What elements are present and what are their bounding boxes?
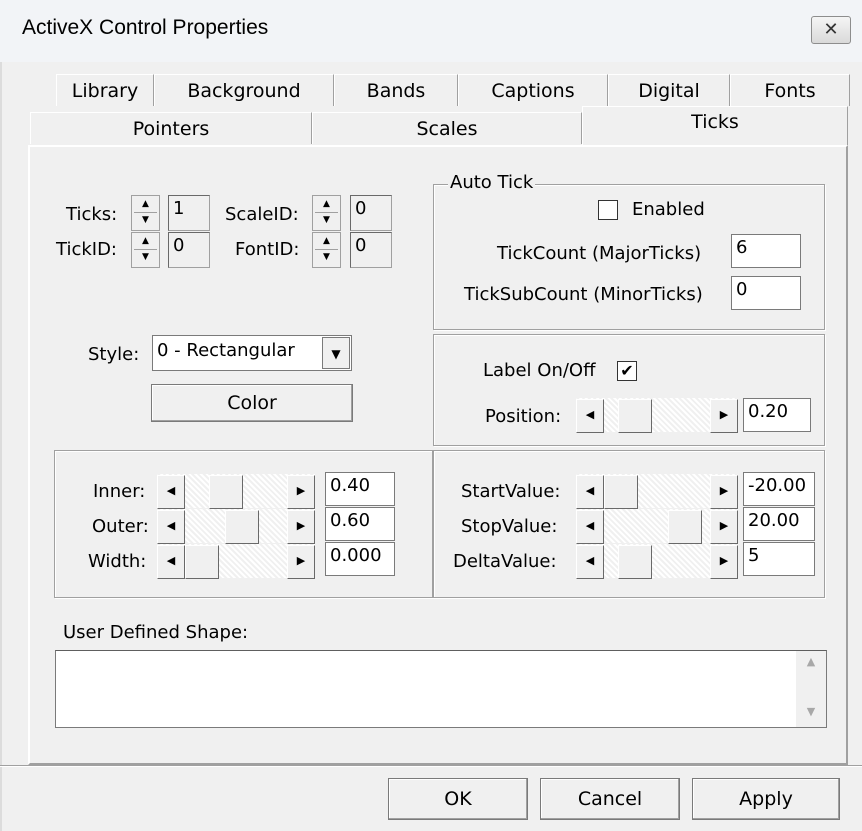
tab-background[interactable]: Background [154, 74, 334, 106]
tab-scales[interactable]: Scales [312, 112, 582, 144]
tab-ticks[interactable]: Ticks [582, 106, 848, 146]
scroll-left-icon[interactable]: ◀ [576, 399, 604, 433]
fontid-label: FontID: [235, 239, 300, 260]
fontid-spinner[interactable]: ▲ ▼ [312, 232, 341, 268]
check-icon: ✔ [620, 361, 634, 380]
scroll-thumb[interactable] [225, 510, 259, 544]
deltavalue-scrollbar[interactable]: ◀ ▶ [576, 544, 738, 579]
scroll-thumb[interactable] [209, 475, 243, 509]
scroll-down-icon[interactable]: ▼ [796, 705, 826, 718]
color-button[interactable]: Color [151, 384, 353, 422]
width-input[interactable]: 0.000 [325, 542, 395, 576]
spin-down-icon[interactable]: ▼ [134, 250, 157, 265]
ticks-label: Ticks: [66, 204, 118, 225]
style-select-value: 0 - Rectangular [157, 340, 295, 361]
tab-pointers[interactable]: Pointers [30, 112, 312, 144]
scroll-right-icon[interactable]: ▶ [287, 545, 315, 579]
outer-input[interactable]: 0.60 [325, 507, 395, 541]
spin-up-icon[interactable]: ▲ [315, 234, 338, 250]
outer-scrollbar[interactable]: ◀ ▶ [157, 509, 315, 544]
startvalue-input[interactable]: -20.00 [743, 472, 815, 506]
stopvalue-scrollbar[interactable]: ◀ ▶ [576, 509, 738, 544]
inner-input[interactable]: 0.40 [325, 472, 395, 506]
close-button[interactable]: ✕ [811, 16, 851, 44]
scroll-thumb[interactable] [185, 545, 219, 579]
inner-scrollbar[interactable]: ◀ ▶ [157, 474, 315, 509]
width-label: Width: [88, 551, 147, 572]
scroll-thumb[interactable] [604, 475, 638, 509]
scroll-left-icon[interactable]: ◀ [157, 510, 185, 544]
scroll-up-icon[interactable]: ▲ [796, 655, 826, 668]
ok-button[interactable]: OK [388, 778, 528, 820]
tab-fonts[interactable]: Fonts [730, 74, 850, 106]
fontid-value: 0 [350, 232, 392, 268]
scaleid-spinner[interactable]: ▲ ▼ [312, 195, 341, 231]
tickcount-input[interactable]: 6 [731, 234, 801, 268]
tickid-label: TickID: [56, 239, 117, 260]
tickid-spinner[interactable]: ▲ ▼ [131, 232, 160, 268]
spin-up-icon[interactable]: ▲ [315, 197, 338, 213]
apply-button[interactable]: Apply [692, 778, 840, 820]
user-defined-shape-label: User Defined Shape: [63, 622, 249, 643]
stopvalue-label: StopValue: [461, 516, 558, 537]
scroll-right-icon[interactable]: ▶ [710, 510, 738, 544]
scroll-thumb[interactable] [618, 545, 652, 579]
startvalue-scrollbar[interactable]: ◀ ▶ [576, 474, 738, 509]
ticksubcount-label: TickSubCount (MinorTicks) [464, 284, 703, 305]
width-scrollbar[interactable]: ◀ ▶ [157, 544, 315, 579]
tab-digital[interactable]: Digital [608, 74, 730, 106]
label-onoff-checkbox[interactable]: ✔ [617, 361, 637, 381]
scroll-thumb[interactable] [618, 399, 652, 433]
chevron-down-icon[interactable]: ▼ [322, 337, 350, 369]
scroll-left-icon[interactable]: ◀ [576, 475, 604, 509]
startvalue-label: StartValue: [461, 481, 561, 502]
enabled-label: Enabled [632, 199, 705, 220]
tab-library[interactable]: Library [56, 74, 154, 106]
inner-label: Inner: [93, 481, 146, 502]
scroll-right-icon[interactable]: ▶ [710, 399, 738, 433]
spin-down-icon[interactable]: ▼ [134, 213, 157, 228]
scroll-left-icon[interactable]: ◀ [157, 475, 185, 509]
tickid-value: 0 [168, 232, 210, 268]
position-input[interactable]: 0.20 [743, 398, 811, 432]
scaleid-label: ScaleID: [225, 204, 299, 225]
scroll-right-icon[interactable]: ▶ [710, 475, 738, 509]
tab-captions[interactable]: Captions [458, 74, 608, 106]
scaleid-value: 0 [350, 195, 392, 231]
close-icon: ✕ [823, 19, 839, 40]
ticks-spinner[interactable]: ▲ ▼ [131, 195, 160, 231]
ticksubcount-input[interactable]: 0 [731, 276, 801, 310]
textarea-scrollbar[interactable]: ▲ ▼ [796, 651, 826, 727]
scroll-left-icon[interactable]: ◀ [576, 545, 604, 579]
deltavalue-input[interactable]: 5 [743, 542, 815, 576]
tab-bands[interactable]: Bands [334, 74, 458, 106]
label-onoff-label: Label On/Off [483, 360, 596, 381]
position-scrollbar[interactable]: ◀ ▶ [576, 398, 738, 433]
scroll-right-icon[interactable]: ▶ [287, 475, 315, 509]
spin-up-icon[interactable]: ▲ [134, 197, 157, 213]
stopvalue-input[interactable]: 20.00 [743, 507, 815, 541]
scroll-right-icon[interactable]: ▶ [287, 510, 315, 544]
user-defined-shape-textarea[interactable] [55, 650, 827, 728]
deltavalue-label: DeltaValue: [453, 551, 557, 572]
window-title: ActiveX Control Properties [22, 16, 269, 39]
outer-label: Outer: [92, 516, 149, 537]
separator [0, 765, 862, 767]
ticks-value: 1 [168, 195, 210, 231]
scroll-left-icon[interactable]: ◀ [157, 545, 185, 579]
enabled-checkbox[interactable] [598, 200, 618, 220]
scroll-right-icon[interactable]: ▶ [710, 545, 738, 579]
auto-tick-group-label: Auto Tick [448, 172, 536, 193]
tickcount-label: TickCount (MajorTicks) [497, 243, 702, 264]
spin-down-icon[interactable]: ▼ [315, 213, 338, 228]
position-label: Position: [485, 406, 562, 427]
scroll-thumb[interactable] [668, 510, 702, 544]
spin-down-icon[interactable]: ▼ [315, 250, 338, 265]
scroll-left-icon[interactable]: ◀ [576, 510, 604, 544]
cancel-button[interactable]: Cancel [540, 778, 680, 820]
spin-up-icon[interactable]: ▲ [134, 234, 157, 250]
style-label: Style: [88, 344, 140, 365]
